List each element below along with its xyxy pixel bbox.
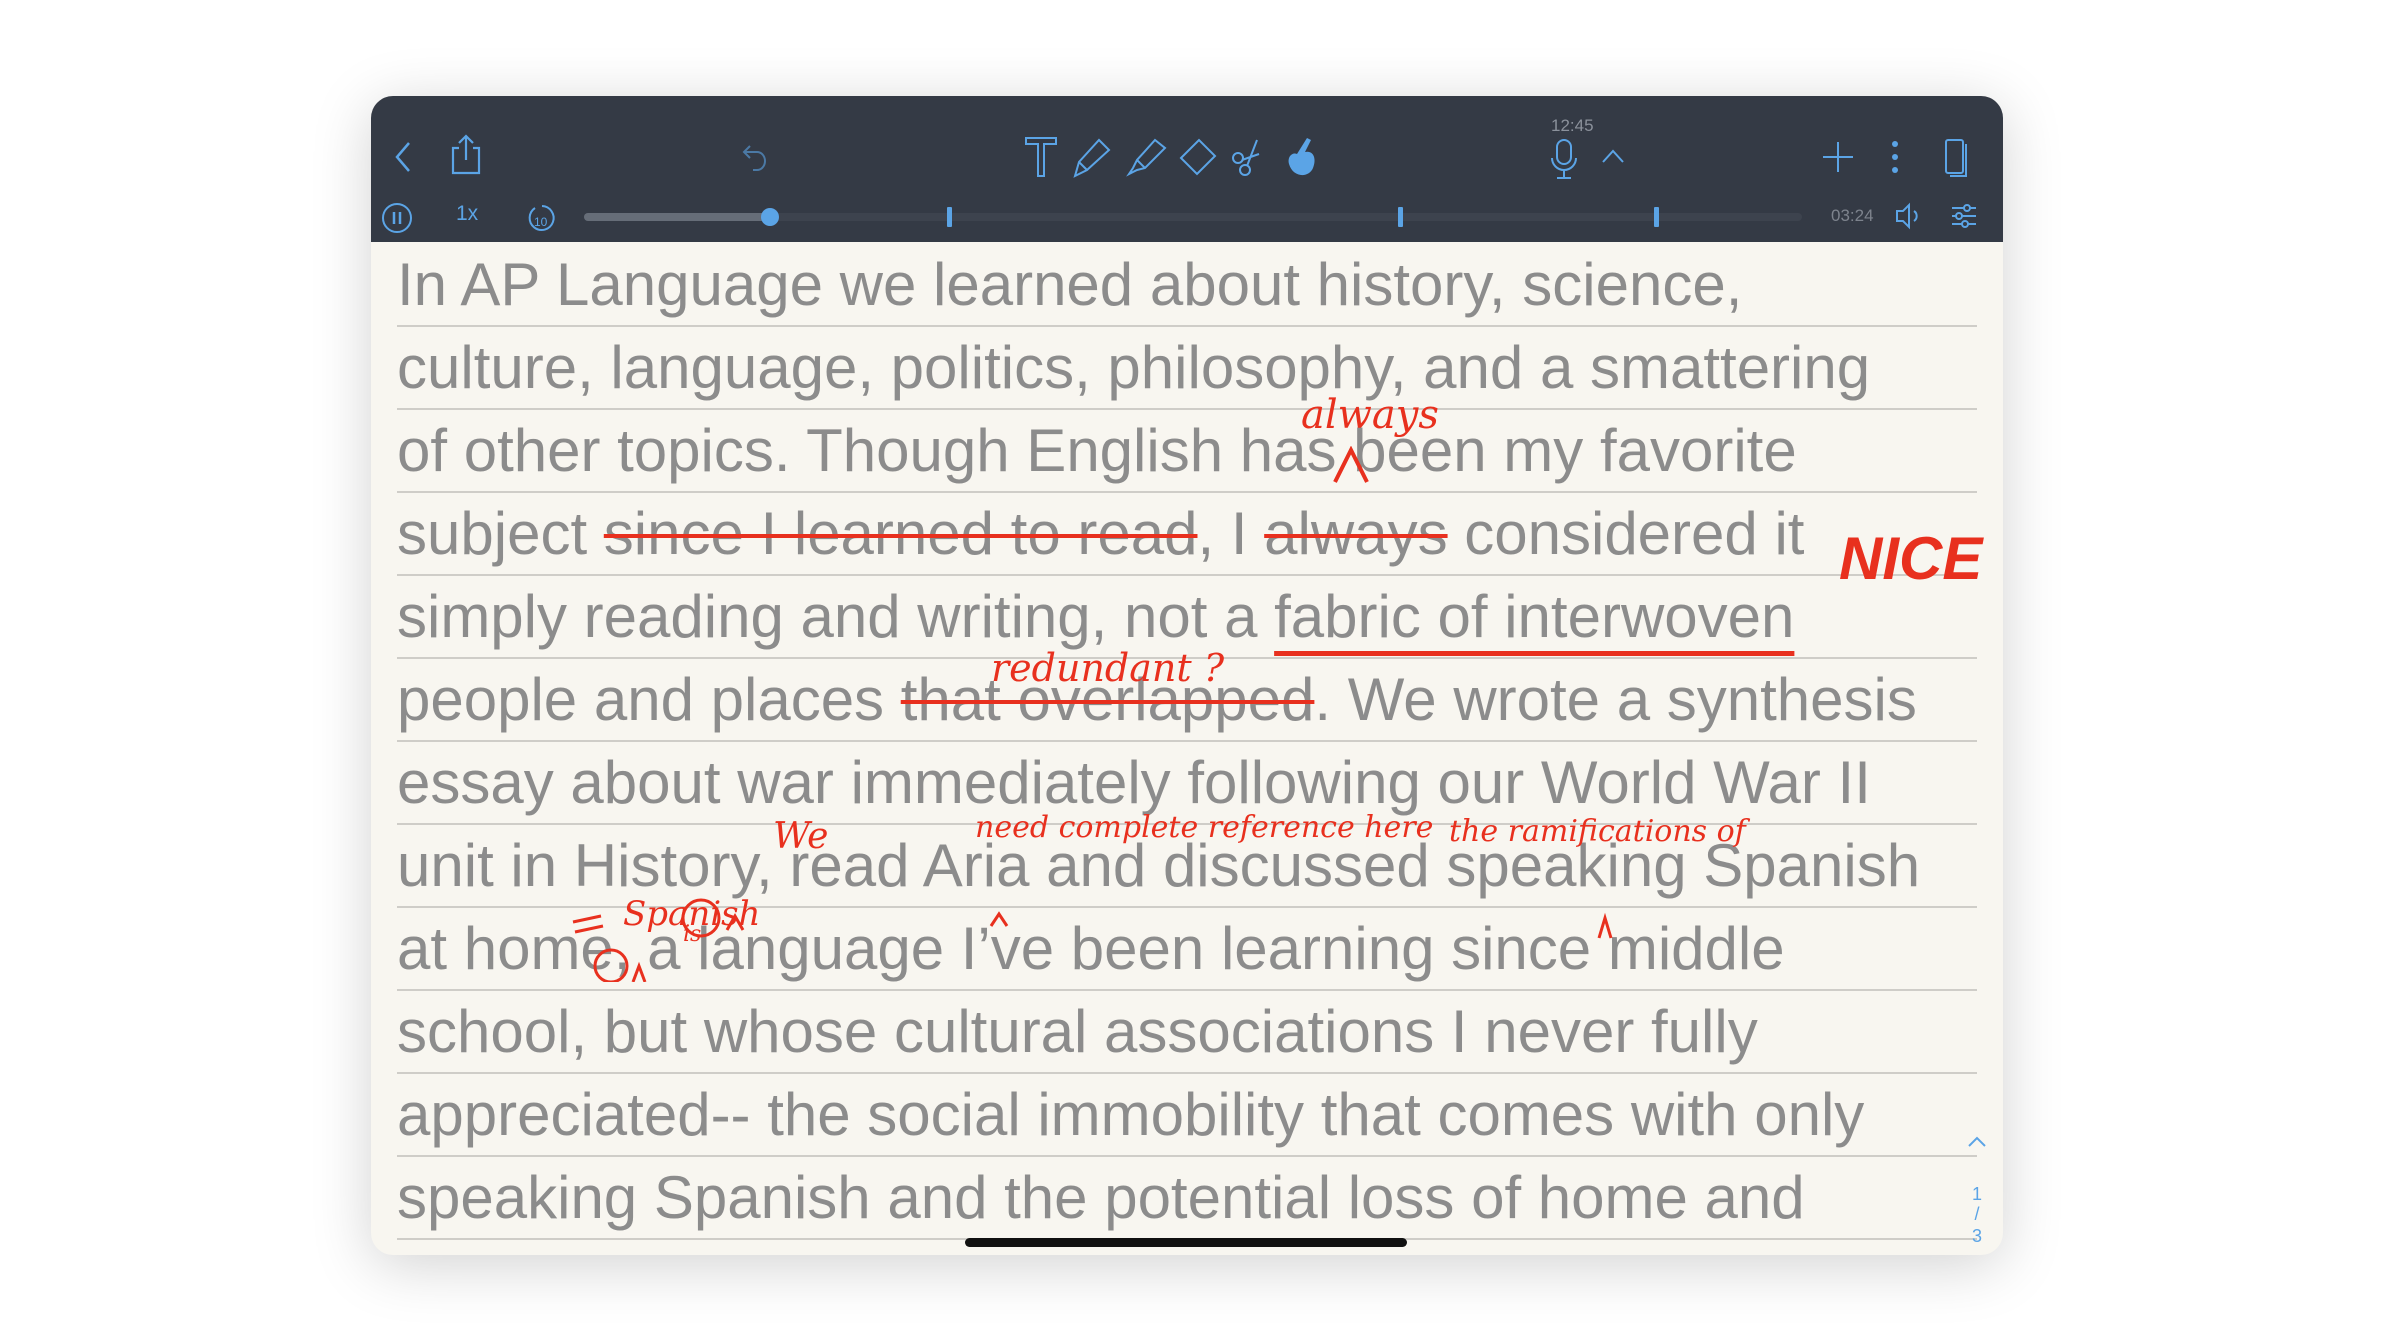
text-line[interactable]: In AP Language we learned about history,… (397, 242, 1977, 327)
text-segment: appreciated-- the social immobility that… (397, 1081, 1865, 1148)
bookmark-marker[interactable] (1398, 207, 1404, 227)
text-segment: culture, language, politics, philosophy,… (397, 334, 1871, 401)
bookmark-marker[interactable] (1653, 207, 1659, 227)
page-separator: / (1974, 1204, 1980, 1224)
progress-fill (584, 213, 771, 221)
share-icon[interactable] (449, 134, 483, 176)
home-indicator[interactable] (965, 1238, 1407, 1247)
text-segment: considered it (1447, 500, 1805, 567)
scrubber-thumb[interactable] (761, 208, 780, 226)
highlighter-icon[interactable] (1125, 136, 1167, 178)
playback-speed-button[interactable]: 1x (456, 202, 478, 226)
text-line[interactable]: speaking Spanish and the potential loss … (397, 1155, 1977, 1240)
microphone-icon[interactable] (1549, 138, 1579, 180)
text-segment: , I (1197, 500, 1265, 567)
text-segment: subject (397, 500, 604, 567)
chevron-up-icon[interactable] (1601, 148, 1625, 164)
skip-back-10-icon[interactable]: 10 (527, 200, 557, 234)
undo-icon[interactable] (741, 142, 771, 174)
playback-scrubber[interactable] (584, 207, 1802, 227)
text-segment: essay about war immediately following ou… (397, 749, 1871, 816)
scissors-icon[interactable] (1229, 136, 1271, 178)
svg-text:10: 10 (534, 215, 548, 229)
pause-icon[interactable] (381, 202, 413, 234)
annotation-nice: NICE (1839, 525, 1983, 592)
text-segment: simply reading and writing, not a (397, 583, 1275, 650)
pen-icon[interactable] (1071, 136, 1113, 178)
underlined-text: fabric of interwoven (1274, 583, 1795, 650)
annotation-always: always (1301, 392, 1439, 438)
text-line[interactable]: school, but whose cultural associations … (397, 989, 1977, 1074)
struck-text: always (1264, 500, 1448, 567)
annotation-ramifications: the ramifications of (1449, 814, 1746, 849)
struck-text: since I learned to read (603, 500, 1198, 567)
text-segment: school, but whose cultural associations … (397, 998, 1758, 1065)
text-line[interactable]: of other topics. Though English has been… (397, 408, 1977, 493)
insert-caret-icon (1597, 912, 1613, 939)
text-line[interactable]: culture, language, politics, philosophy,… (397, 325, 1977, 410)
text-segment: people and places (397, 666, 901, 733)
eraser-icon[interactable] (1177, 136, 1219, 178)
settings-sliders-icon[interactable] (1951, 204, 1977, 228)
text-segment: . We wrote a synthesis (1314, 666, 1917, 733)
insert-caret-icon (1333, 446, 1369, 483)
text-segment: of other topics. Though English has been… (397, 417, 1797, 484)
current-page: 1 (1971, 1184, 1982, 1204)
proofreading-marks (572, 898, 1009, 982)
plus-icon[interactable] (1821, 140, 1855, 174)
bookmark-marker[interactable] (947, 207, 953, 227)
annotation-redundant: redundant ? (991, 646, 1225, 690)
speaker-icon[interactable] (1895, 202, 1921, 230)
text-line[interactable]: subject since I learned to read, I alway… (397, 491, 1977, 576)
text-segment: In AP Language we learned about history,… (397, 251, 1743, 318)
text-line[interactable]: appreciated-- the social immobility that… (397, 1072, 1977, 1157)
total-pages: 3 (1971, 1226, 1982, 1246)
app-window: 12:45 1x 10 03:24 In AP Language we lear… (371, 96, 2003, 1255)
hand-icon[interactable] (1283, 136, 1319, 178)
annotation-reference: need complete reference here (975, 810, 1434, 845)
pages-icon[interactable] (1944, 138, 1968, 178)
page-up-button[interactable] (1967, 1132, 1987, 1153)
text-tool-icon[interactable] (1024, 136, 1058, 178)
text-segment: speaking Spanish and the potential loss … (397, 1164, 1805, 1231)
document-page[interactable]: In AP Language we learned about history,… (371, 242, 2003, 1255)
more-icon[interactable] (1890, 140, 1900, 174)
back-icon[interactable] (393, 140, 413, 174)
elapsed-time: 03:24 (1831, 206, 1874, 225)
recording-time: 12:45 (1551, 116, 1594, 135)
toolbar: 12:45 1x 10 03:24 (371, 96, 2003, 242)
